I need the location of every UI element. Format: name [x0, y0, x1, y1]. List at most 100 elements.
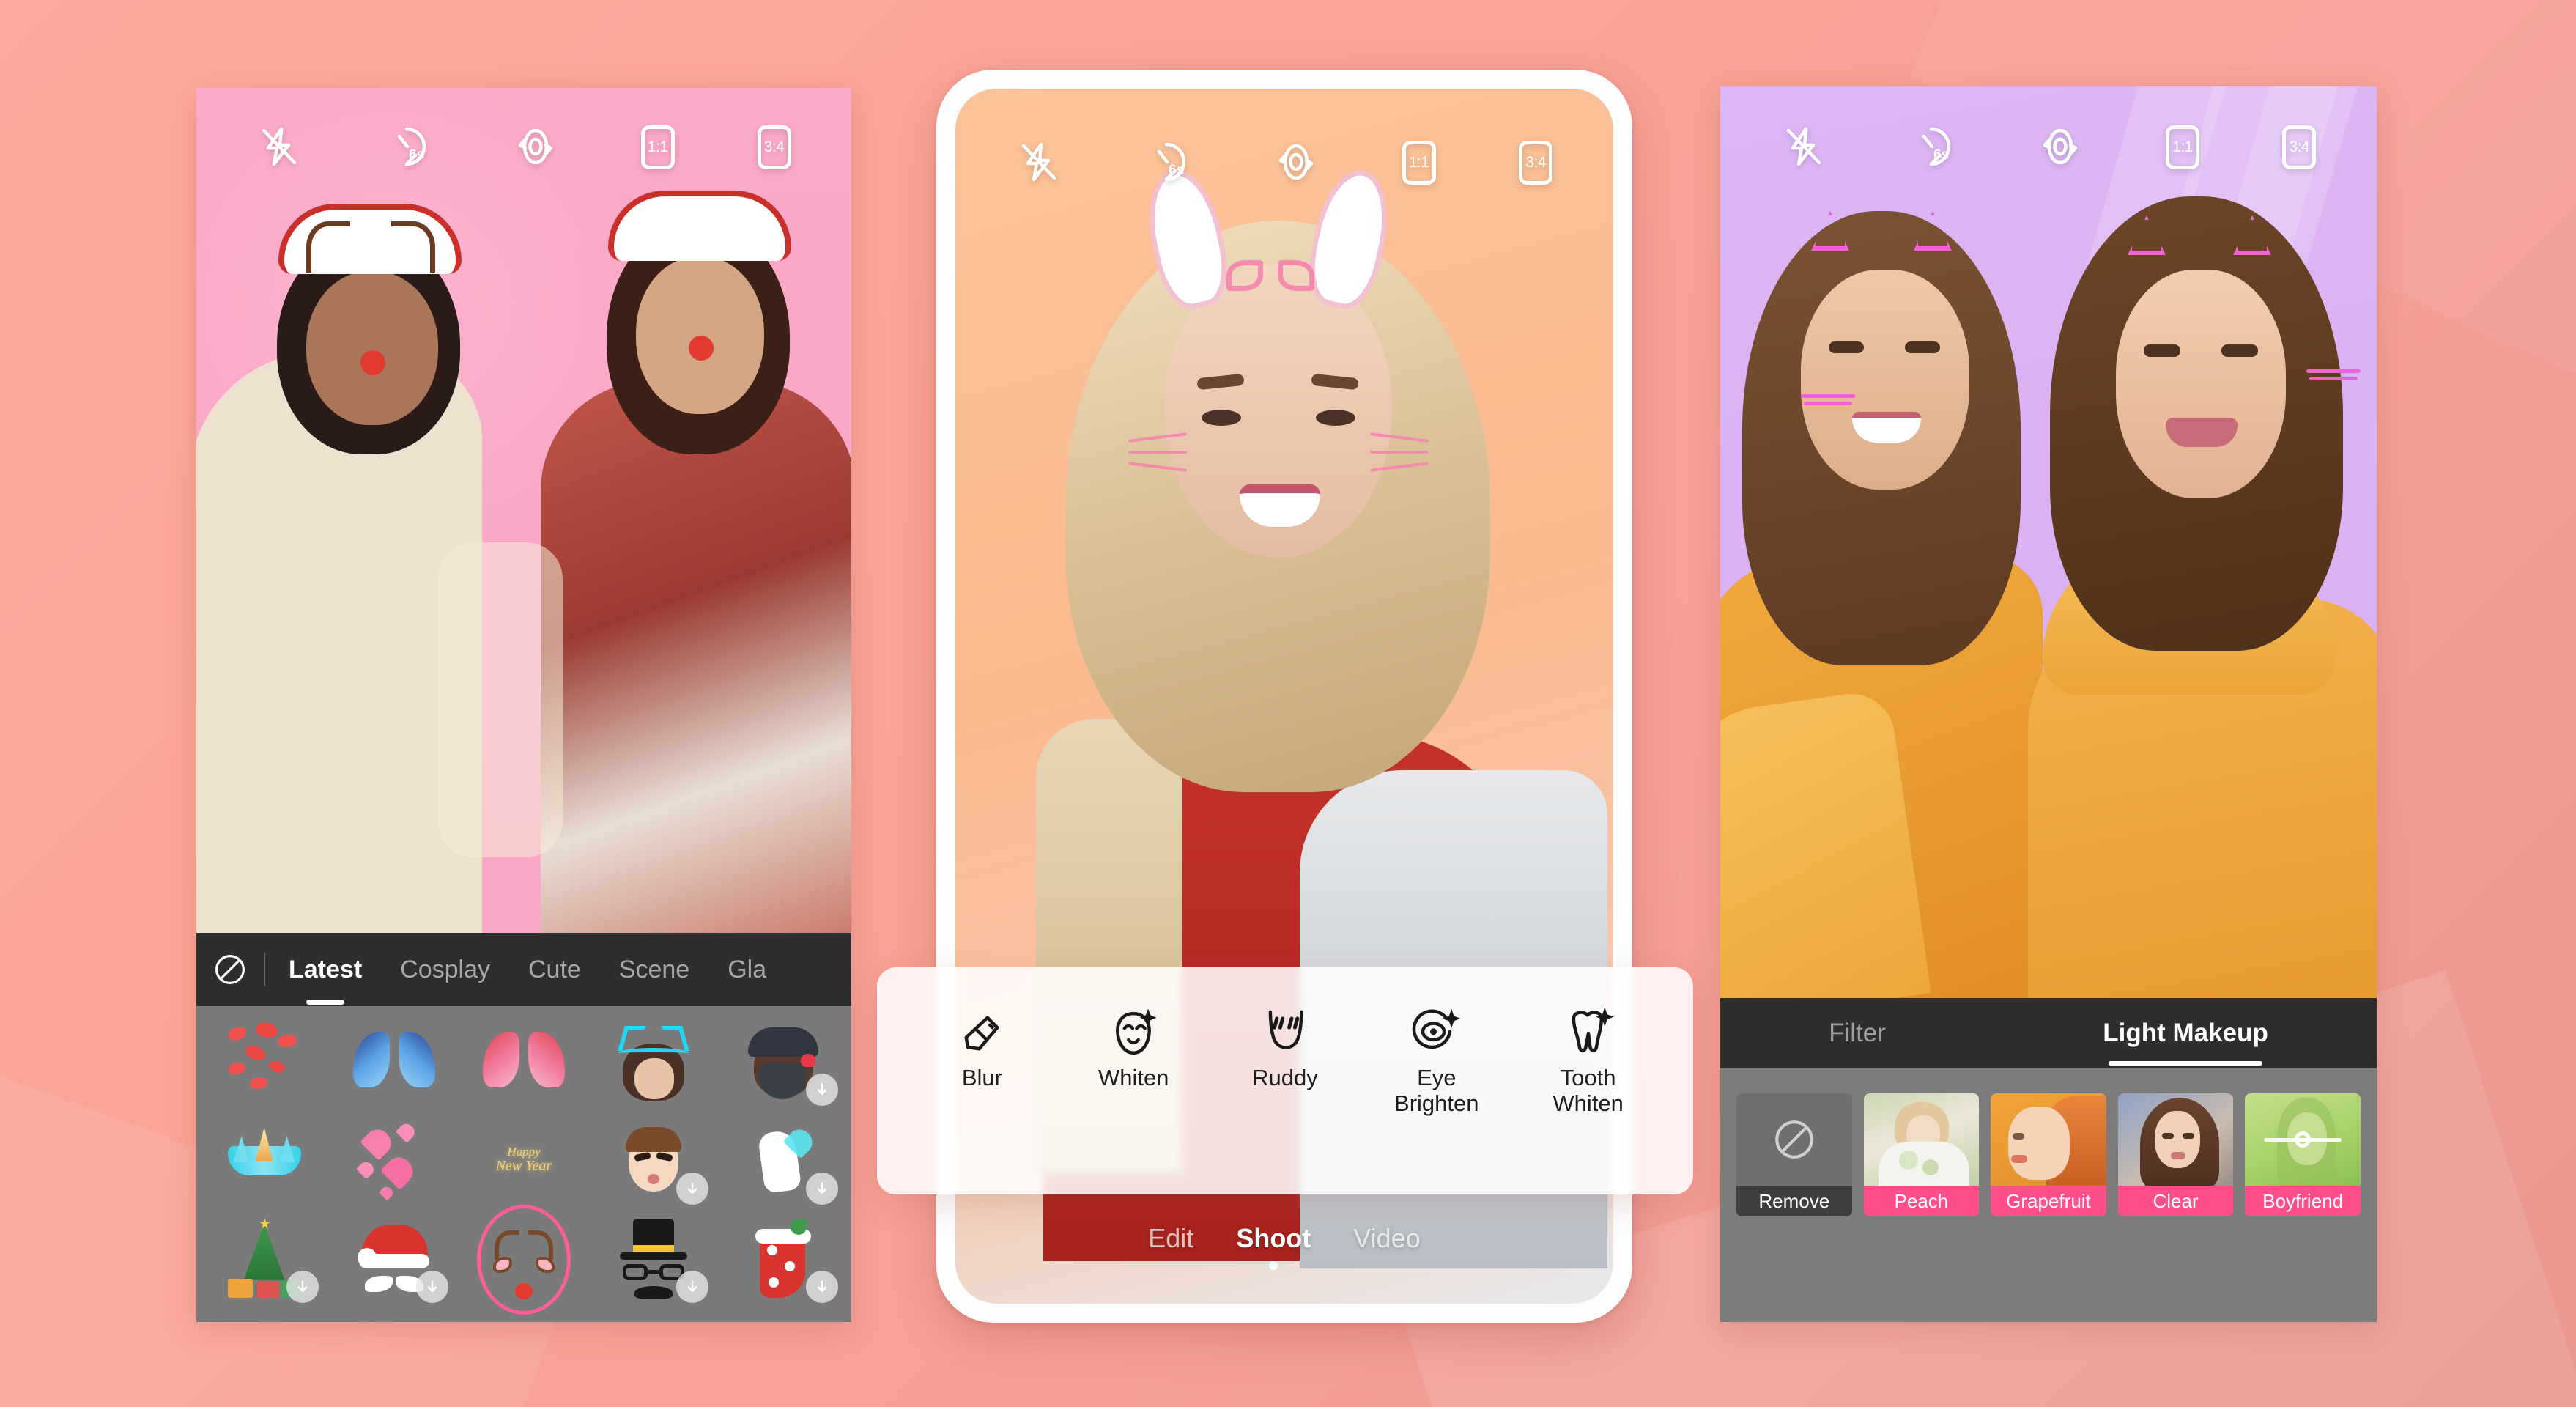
- timer-icon[interactable]: [1144, 140, 1190, 185]
- ratio-3-4-icon[interactable]: 3:4: [1519, 141, 1553, 185]
- right-friend-lips: [2166, 418, 2238, 447]
- sticker-blue-butterfly-wings[interactable]: [329, 1013, 459, 1112]
- tab-label: Filter: [1829, 1019, 1886, 1047]
- sticker-pink-hearts[interactable]: [329, 1112, 459, 1210]
- sticker-happy-new-year[interactable]: Happy New Year: [459, 1112, 588, 1210]
- sticker-tab-latest[interactable]: Latest: [270, 933, 381, 1006]
- camera-toolbar: 1:1 3:4: [1720, 122, 2377, 173]
- camera-mode-tabbar: Edit Shoot Video: [955, 1223, 1613, 1270]
- download-icon[interactable]: [286, 1270, 319, 1303]
- sticker-tab-list[interactable]: Latest Cosplay Cute Scene Gla: [270, 933, 851, 1006]
- tooth-whiten-icon: [1561, 1005, 1616, 1061]
- sticker-tab-label: Cute: [528, 955, 581, 983]
- makeup-item-peach[interactable]: Peach: [1863, 1093, 1980, 1216]
- beauty-tool-tooth-whiten[interactable]: Tooth Whiten: [1515, 1005, 1662, 1116]
- sticker-christmas-tree[interactable]: [199, 1211, 329, 1309]
- timer-icon[interactable]: [1909, 125, 1955, 170]
- mode-tab-shoot[interactable]: Shoot: [1236, 1223, 1311, 1270]
- makeup-item-label: Grapefruit: [1991, 1186, 2106, 1216]
- ratio-1-1-label: 1:1: [1408, 154, 1429, 171]
- no-sticker-icon[interactable]: [196, 952, 264, 987]
- beauty-tool-eye-brighten[interactable]: Eye Brighten: [1363, 1005, 1510, 1116]
- sticker-red-butterfly-wings[interactable]: [459, 1013, 588, 1112]
- timer-icon[interactable]: [385, 125, 430, 170]
- ratio-1-1-label: 1:1: [647, 139, 668, 155]
- download-icon[interactable]: [676, 1270, 708, 1303]
- app-showcase-stage: 6s: [0, 0, 2576, 1407]
- intensity-slider[interactable]: [2264, 1131, 2342, 1148]
- ratio-1-1-icon[interactable]: 1:1: [2166, 125, 2200, 169]
- ratio-1-1-icon[interactable]: 1:1: [640, 125, 675, 169]
- beauty-tool-whiten[interactable]: Whiten: [1060, 1005, 1207, 1091]
- sticker-angry-boy-face[interactable]: [589, 1112, 719, 1210]
- ratio-1-1-icon[interactable]: 1:1: [1402, 141, 1436, 185]
- mode-tab-video[interactable]: Video: [1353, 1223, 1420, 1270]
- sticker-tab-glasses[interactable]: Gla: [708, 933, 785, 1006]
- makeup-item-remove[interactable]: Remove: [1736, 1093, 1852, 1216]
- ratio-3-4-icon[interactable]: 3:4: [2282, 125, 2317, 169]
- sticker-black-cap-mask[interactable]: [719, 1013, 848, 1112]
- beauty-tools-panel: Blur Whiten Ruddy Eye Brighten Tooth Whi…: [877, 967, 1693, 1194]
- sticker-tab-scene[interactable]: Scene: [600, 933, 708, 1006]
- makeup-item-label: Peach: [1863, 1186, 1980, 1216]
- flash-off-icon[interactable]: [1016, 140, 1062, 185]
- flash-off-icon[interactable]: [256, 125, 302, 170]
- download-icon[interactable]: [805, 1172, 838, 1205]
- makeup-item-label: Boyfriend: [2245, 1186, 2361, 1216]
- sticker-tab-label: Cosplay: [400, 955, 490, 983]
- makeup-thumb-clear: [2117, 1093, 2234, 1186]
- sticker-category-tabbar: Latest Cosplay Cute Scene Gla: [196, 933, 851, 1006]
- sticker-tab-cosplay[interactable]: Cosplay: [381, 933, 509, 1006]
- red-lips-sticker: [223, 1021, 306, 1104]
- makeup-thumb-grapefruit: [1991, 1093, 2106, 1186]
- ratio-3-4-icon[interactable]: 3:4: [757, 125, 791, 169]
- makeup-item-grapefruit[interactable]: Grapefruit: [1991, 1093, 2106, 1216]
- whiskers-right-sticker: [1370, 430, 1432, 474]
- download-icon[interactable]: [805, 1270, 838, 1303]
- beauty-tool-ruddy[interactable]: Ruddy: [1212, 1005, 1358, 1091]
- left-antler-sticker: [306, 221, 350, 273]
- ratio-3-4-label: 3:4: [763, 139, 785, 155]
- flash-off-icon[interactable]: [1781, 125, 1826, 170]
- sticker-santa-hat-mustache[interactable]: [329, 1211, 459, 1309]
- sticker-red-lips[interactable]: [199, 1013, 329, 1112]
- blue-butterfly-wings-sticker: [352, 1022, 435, 1104]
- right-friend-face: [2116, 270, 2286, 498]
- right-girl-santa-hat: [608, 191, 791, 261]
- beauty-tool-label: Whiten: [1098, 1065, 1169, 1090]
- red-butterfly-wings-sticker: [482, 1022, 565, 1104]
- download-icon[interactable]: [805, 1074, 838, 1107]
- neon-cat-ears-headset-sticker: [612, 1022, 695, 1104]
- makeup-item-boyfriend[interactable]: Boyfriend: [2245, 1093, 2361, 1216]
- left-girl-face: [306, 271, 438, 425]
- whiten-face-icon: [1106, 1005, 1161, 1061]
- download-icon[interactable]: [416, 1270, 449, 1303]
- makeup-item-clear[interactable]: Clear: [2117, 1093, 2234, 1216]
- tab-label: Light Makeup: [2103, 1019, 2268, 1047]
- sticker-tab-label: Scene: [618, 955, 690, 983]
- phone-screen-sticker-gallery: 1:1 3:4 Latest Cosplay Cute Scene Gla Ha…: [196, 88, 851, 1322]
- right-girl-red-nose: [689, 336, 714, 361]
- mode-tab-edit[interactable]: Edit: [1148, 1223, 1193, 1270]
- camera-flip-icon[interactable]: [513, 125, 558, 170]
- download-icon[interactable]: [676, 1172, 708, 1205]
- makeup-item-label: Clear: [2117, 1186, 2234, 1216]
- camera-flip-icon[interactable]: [1273, 140, 1319, 185]
- sticker-reindeer-antlers[interactable]: [459, 1204, 588, 1315]
- sticker-neon-cat-ears[interactable]: [589, 1013, 719, 1112]
- phone-screen-makeup-filters: 1:1 3:4 Filter Light Makeup Remove Peach…: [1720, 86, 2377, 1322]
- sticker-christmas-stocking[interactable]: [719, 1211, 848, 1309]
- slider-knob[interactable]: [2295, 1131, 2312, 1148]
- beauty-tool-blur[interactable]: Blur: [908, 1005, 1055, 1091]
- tab-light-makeup[interactable]: Light Makeup: [2103, 998, 2268, 1068]
- camera-flip-icon[interactable]: [2038, 125, 2083, 170]
- tabbar-divider: [264, 953, 265, 986]
- tab-filter[interactable]: Filter: [1829, 998, 1886, 1068]
- sticker-tab-cute[interactable]: Cute: [509, 933, 600, 1006]
- sticker-finger-heart[interactable]: [719, 1112, 848, 1210]
- left-friend-right-eye: [1905, 341, 1940, 353]
- mode-tab-label: Video: [1353, 1223, 1421, 1253]
- sticker-blue-crown[interactable]: [199, 1112, 329, 1210]
- sticker-top-hat-glasses-mustache[interactable]: [589, 1211, 719, 1309]
- camera-toolbar: 1:1 3:4: [955, 137, 1613, 188]
